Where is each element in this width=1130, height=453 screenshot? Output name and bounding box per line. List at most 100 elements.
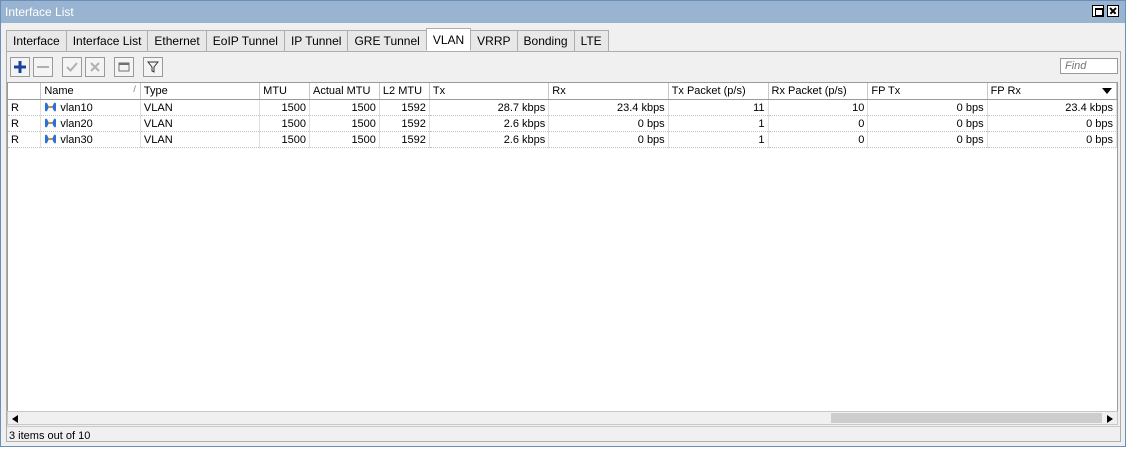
column-header-actual-mtu[interactable]: Actual MTU: [309, 83, 380, 100]
row-type: VLAN: [140, 99, 261, 116]
column-header-tx-packet[interactable]: Tx Packet (p/s): [668, 83, 769, 100]
column-header-rx[interactable]: Rx: [548, 83, 669, 100]
row-tx-packet: 1: [668, 131, 769, 148]
table-header-row: Name / Type MTU Actual MTU L2 MTU Tx Rx T…: [8, 83, 1117, 100]
tab-interface-list[interactable]: Interface List: [65, 30, 149, 51]
scroll-right-icon[interactable]: [1106, 414, 1114, 423]
vlan-tab-panel: Name / Type MTU Actual MTU L2 MTU Tx Rx T…: [6, 51, 1121, 442]
column-header-fp-rx-label: FP Rx: [990, 85, 1021, 97]
filter-button[interactable]: [143, 57, 163, 77]
vlan-interface-icon: [45, 134, 57, 144]
row-name: vlan20: [40, 115, 141, 132]
row-fp-rx: 23.4 kbps: [987, 99, 1117, 116]
remove-button[interactable]: [33, 57, 53, 77]
row-mtu: 1500: [259, 131, 310, 148]
status-divider: [7, 426, 1120, 427]
row-flag: R: [8, 99, 42, 116]
tab-ethernet[interactable]: Ethernet: [147, 30, 207, 51]
column-header-tx[interactable]: Tx: [429, 83, 550, 100]
add-button[interactable]: [10, 57, 30, 77]
row-name-label: vlan10: [60, 101, 93, 114]
row-flag: R: [8, 131, 42, 148]
row-name-label: vlan20: [60, 117, 93, 130]
row-flag: R: [8, 115, 42, 132]
enable-button[interactable]: [62, 57, 82, 77]
vlan-interface-icon: [45, 102, 57, 112]
toolbar: [10, 57, 163, 79]
add-icon: [14, 61, 26, 73]
row-l2-mtu: 1592: [379, 131, 430, 148]
sort-indicator-icon: /: [133, 84, 136, 94]
table-row[interactable]: R vlan20 VLAN 1500 1500 1592 2.6 kbps 0 …: [8, 115, 1117, 132]
vlan-interface-icon: [45, 118, 57, 128]
row-fp-tx: 0 bps: [867, 131, 988, 148]
column-header-fp-tx[interactable]: FP Tx: [867, 83, 988, 100]
tab-vlan[interactable]: VLAN: [425, 28, 472, 51]
row-fp-tx: 0 bps: [867, 99, 988, 116]
row-rx: 0 bps: [548, 131, 669, 148]
restore-icon[interactable]: [1092, 5, 1104, 17]
comment-icon: [118, 62, 130, 72]
table-row[interactable]: R vlan30 VLAN 1500 1500 1592 2.6 kbps 0 …: [8, 131, 1117, 148]
row-l2-mtu: 1592: [379, 115, 430, 132]
row-actual-mtu: 1500: [309, 99, 380, 116]
row-actual-mtu: 1500: [309, 115, 380, 132]
column-header-name[interactable]: Name /: [40, 83, 141, 100]
scroll-left-icon[interactable]: [11, 414, 19, 423]
row-type: VLAN: [140, 131, 261, 148]
row-fp-rx: 0 bps: [987, 131, 1117, 148]
column-menu-dropdown-icon[interactable]: [1100, 83, 1114, 99]
tab-lte[interactable]: LTE: [573, 30, 609, 51]
column-header-l2-mtu[interactable]: L2 MTU: [379, 83, 430, 100]
disable-button[interactable]: [85, 57, 105, 77]
row-name-label: vlan30: [60, 133, 93, 146]
enable-check-icon: [66, 62, 78, 72]
row-rx-packet: 10: [768, 99, 869, 116]
row-mtu: 1500: [259, 99, 310, 116]
row-actual-mtu: 1500: [309, 131, 380, 148]
row-rx: 0 bps: [548, 115, 669, 132]
row-l2-mtu: 1592: [379, 99, 430, 116]
disable-x-icon: [90, 62, 100, 72]
tab-ip-tunnel[interactable]: IP Tunnel: [283, 30, 349, 51]
horizontal-scrollbar[interactable]: [7, 411, 1118, 425]
column-header-name-label: Name: [44, 85, 74, 97]
column-header-mtu[interactable]: MTU: [259, 83, 310, 100]
column-header-fp-rx[interactable]: FP Rx: [987, 83, 1117, 100]
row-fp-tx: 0 bps: [867, 115, 988, 132]
find-input[interactable]: [1060, 58, 1118, 74]
row-fp-rx: 0 bps: [987, 115, 1117, 132]
tab-bonding[interactable]: Bonding: [516, 30, 575, 51]
row-rx-packet: 0: [768, 115, 869, 132]
tab-bar: Interface Interface List Ethernet EoIP T…: [6, 28, 609, 51]
row-tx-packet: 11: [668, 99, 769, 116]
close-icon[interactable]: [1107, 5, 1119, 17]
column-header-flag[interactable]: [8, 83, 42, 100]
interface-table: Name / Type MTU Actual MTU L2 MTU Tx Rx T…: [7, 82, 1118, 412]
tab-gre-tunnel[interactable]: GRE Tunnel: [347, 30, 427, 51]
row-rx: 23.4 kbps: [548, 99, 669, 116]
remove-icon: [37, 66, 49, 68]
row-tx-packet: 1: [668, 115, 769, 132]
row-tx: 2.6 kbps: [429, 131, 550, 148]
row-name: vlan30: [40, 131, 141, 148]
tab-vrrp[interactable]: VRRP: [470, 30, 518, 51]
tab-eoip-tunnel[interactable]: EoIP Tunnel: [205, 30, 285, 51]
tab-interface[interactable]: Interface: [6, 30, 67, 51]
filter-icon: [147, 61, 159, 73]
table-row[interactable]: R vlan10 VLAN 1500 1500 1592 28.7 kbps 2…: [8, 99, 1117, 116]
row-tx: 2.6 kbps: [429, 115, 550, 132]
scrollbar-thumb[interactable]: [831, 413, 1102, 423]
status-bar-text: 3 items out of 10: [9, 430, 91, 442]
window-titlebar[interactable]: Interface List: [1, 1, 1125, 23]
row-name: vlan10: [40, 99, 141, 116]
row-mtu: 1500: [259, 115, 310, 132]
row-tx: 28.7 kbps: [429, 99, 550, 116]
window-title: Interface List: [5, 5, 74, 19]
comment-button[interactable]: [114, 57, 134, 77]
row-type: VLAN: [140, 115, 261, 132]
interface-list-window: Interface List Interface Interface List …: [0, 0, 1126, 447]
column-header-type[interactable]: Type: [140, 83, 261, 100]
row-rx-packet: 0: [768, 131, 869, 148]
column-header-rx-packet[interactable]: Rx Packet (p/s): [768, 83, 869, 100]
